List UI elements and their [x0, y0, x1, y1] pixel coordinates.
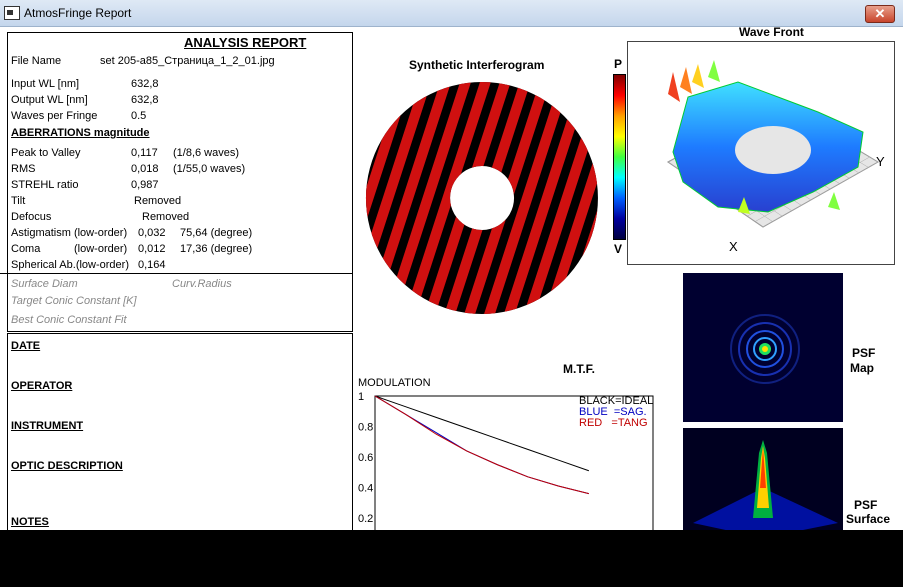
wavefront-panel: X Y	[627, 41, 895, 265]
mtf-title: M.T.F.	[563, 362, 595, 376]
coma-value: 0,012	[138, 243, 166, 255]
psf-surface-image	[693, 440, 838, 530]
mtf-ytick-label: 0.8	[358, 422, 373, 434]
operator-label: OPERATOR	[11, 380, 73, 392]
defocus-label: Defocus	[11, 211, 52, 223]
wavefront-title: Wave Front	[739, 25, 804, 39]
interferogram-title: Synthetic Interferogram	[409, 58, 545, 72]
report-window: AtmosFringe Report ✕ ANALYSIS REPORT Fil…	[0, 0, 903, 530]
psf-map-label2: Map	[850, 361, 874, 375]
output-wl-label: Output WL [nm]	[11, 94, 88, 106]
app-icon	[4, 6, 20, 20]
target-conic-label: Target Conic Constant [K]	[11, 295, 137, 307]
psf-map-label1: PSF	[852, 346, 876, 360]
strehl-value: 0,987	[131, 179, 159, 191]
interferogram	[365, 82, 598, 314]
defocus-value: Removed	[142, 211, 190, 223]
info-panel: DATE OPERATOR INSTRUMENT OPTIC DESCRIPTI…	[7, 333, 353, 530]
best-conic-label: Best Conic Constant Fit	[11, 314, 127, 326]
psf-surface-label2: Surface	[846, 512, 891, 526]
spherical-label: Spherical Ab.(low-order)	[11, 259, 129, 271]
close-button[interactable]: ✕	[865, 5, 895, 23]
mtf-ytick-label: 0.6	[358, 452, 373, 464]
optic-description-label: OPTIC DESCRIPTION	[11, 460, 123, 472]
input-wl-label: Input WL [nm]	[11, 78, 80, 90]
scale-top-label: P	[614, 57, 623, 71]
pv-label: Peak to Valley	[11, 147, 81, 159]
mtf-ytick-label: 0.2	[358, 513, 373, 525]
spherical-value: 0,164	[138, 259, 166, 271]
window-title: AtmosFringe Report	[24, 6, 132, 20]
strehl-label: STREHL ratio	[11, 179, 79, 191]
analysis-report-panel: ANALYSIS REPORT File Name set 205-a85_Ст…	[0, 32, 353, 332]
tilt-label: Tilt	[11, 195, 26, 207]
rms-extra: (1/55,0 waves)	[173, 163, 246, 175]
mtf-ytick-label: 0.4	[358, 483, 373, 495]
tilt-value: Removed	[134, 195, 182, 207]
pv-extra: (1/8,6 waves)	[173, 147, 240, 159]
output-wl-value: 632,8	[131, 94, 159, 106]
psf-surface	[683, 428, 843, 530]
coma-angle: 17,36 (degree)	[180, 243, 253, 255]
astig-angle: 75,64 (degree)	[180, 227, 253, 239]
wavefront-y-label: Y	[876, 154, 885, 169]
astig-value: 0,032	[138, 227, 166, 239]
psf-surface-label1: PSF	[854, 498, 878, 512]
file-name-label: File Name	[11, 55, 62, 67]
aberrations-heading: ABERRATIONS magnitude	[11, 127, 150, 139]
scale-bottom-label: V	[614, 242, 623, 256]
file-name-value: set 205-a85_Страница_1_2_01.jpg	[100, 55, 275, 67]
input-wl-value: 632,8	[131, 78, 159, 90]
close-icon: ✕	[874, 6, 886, 21]
instrument-label: INSTRUMENT	[11, 420, 84, 432]
astig-label: Astigmatism (low-order)	[11, 227, 128, 239]
date-label: DATE	[11, 340, 41, 352]
divider	[0, 273, 352, 274]
rms-label: RMS	[11, 163, 36, 175]
fringe-group	[365, 82, 598, 314]
report-heading: ANALYSIS REPORT	[184, 35, 307, 50]
waves-label: Waves per Fringe	[11, 110, 98, 122]
psf-map	[683, 273, 843, 422]
title-bar[interactable]: AtmosFringe Report ✕	[0, 0, 903, 27]
mtf-ylabel: MODULATION	[358, 377, 431, 389]
curv-radius-label: Curv.Radius	[172, 278, 232, 290]
wavefront-x-label: X	[729, 239, 738, 254]
mtf-ytick-label: 1	[358, 391, 364, 403]
pv-value: 0,117	[131, 147, 158, 159]
waves-value: 0.5	[131, 110, 147, 122]
notes-label: NOTES	[11, 516, 49, 528]
color-scale-bar	[613, 74, 626, 240]
psf-map-image	[730, 314, 800, 384]
mtf-legend-tang: RED =TANG	[579, 417, 648, 429]
surface-diam-label: Surface Diam	[11, 278, 78, 290]
wavefront-plot	[667, 60, 879, 228]
coma-label: Coma	[11, 243, 41, 255]
rms-value: 0,018	[131, 163, 159, 175]
coma-sub: (low-order)	[74, 243, 128, 255]
